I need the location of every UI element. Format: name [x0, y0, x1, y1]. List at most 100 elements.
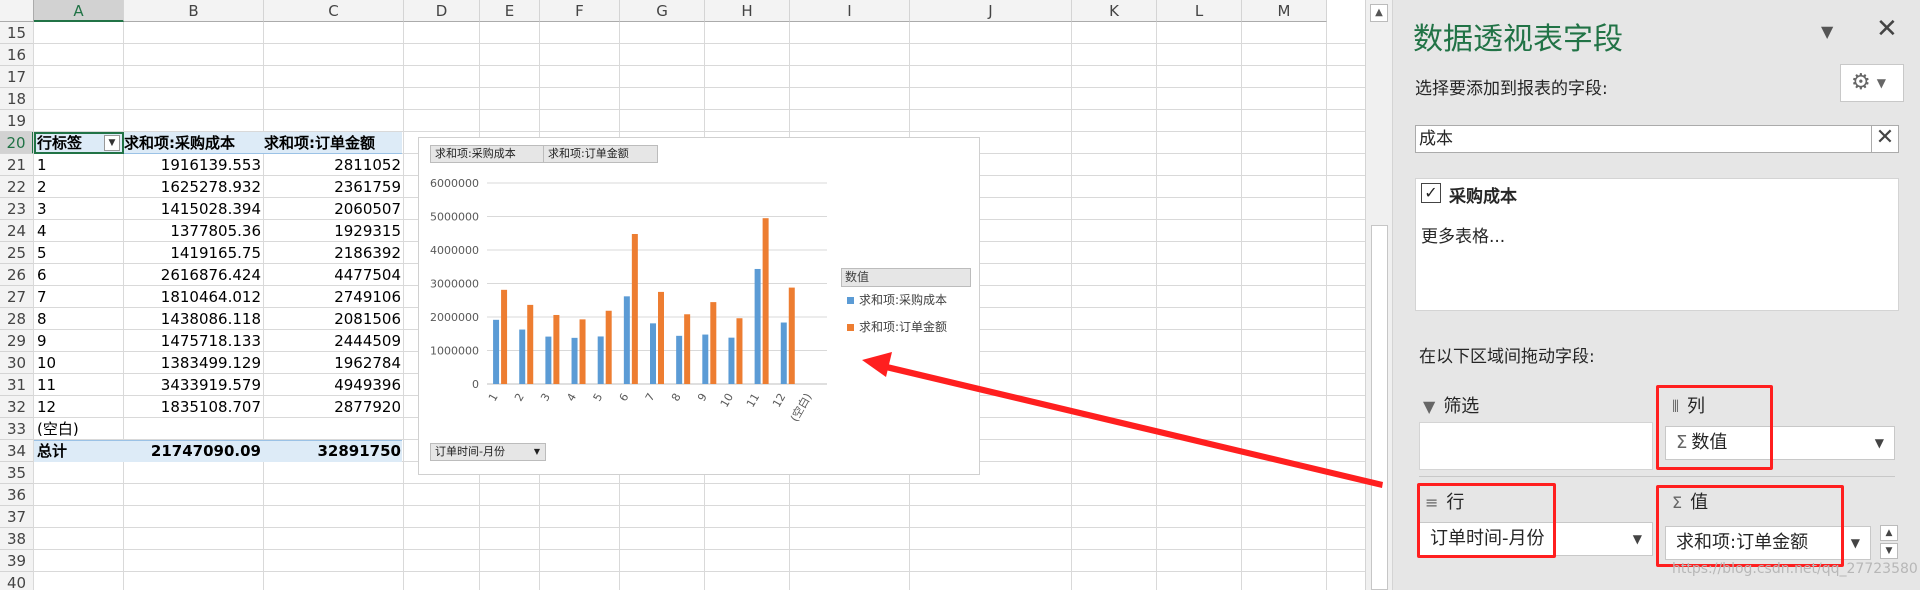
- pivot-cell-cost[interactable]: 1475718.133: [124, 330, 264, 352]
- column-header-h[interactable]: H: [705, 0, 790, 22]
- pivot-row-label[interactable]: 3: [34, 198, 124, 220]
- pivot-row-label[interactable]: 7: [34, 286, 124, 308]
- pivot-row-label[interactable]: 11: [34, 374, 124, 396]
- row-header-25[interactable]: 25: [0, 242, 34, 264]
- pivot-cell-cost[interactable]: 2616876.424: [124, 264, 264, 286]
- row-header-31[interactable]: 31: [0, 374, 34, 396]
- row-header-26[interactable]: 26: [0, 264, 34, 286]
- row-header-20[interactable]: 20: [0, 132, 34, 154]
- pivot-cell-amount[interactable]: 1929315: [264, 220, 404, 242]
- pivot-row-label[interactable]: 9: [34, 330, 124, 352]
- field-layout-settings-button[interactable]: ⚙ ▼: [1840, 64, 1904, 102]
- column-header-g[interactable]: G: [620, 0, 705, 22]
- legend-title-button[interactable]: 数值: [841, 268, 971, 287]
- pivot-total-amount[interactable]: 32891750: [264, 440, 404, 462]
- more-tables-link[interactable]: 更多表格...: [1421, 222, 1505, 247]
- pivot-row-label[interactable]: 8: [34, 308, 124, 330]
- values-scroll-down-icon[interactable]: ▼: [1880, 543, 1898, 559]
- column-header-k[interactable]: K: [1072, 0, 1157, 22]
- row-header-27[interactable]: 27: [0, 286, 34, 308]
- pivot-cell-cost[interactable]: 1383499.129: [124, 352, 264, 374]
- column-header-e[interactable]: E: [480, 0, 540, 22]
- column-header-m[interactable]: M: [1242, 0, 1327, 22]
- row-header-21[interactable]: 21: [0, 154, 34, 176]
- pivot-cell-cost[interactable]: 1438086.118: [124, 308, 264, 330]
- row-header-40[interactable]: 40: [0, 572, 34, 590]
- scrollbar-thumb[interactable]: [1371, 225, 1388, 590]
- row-header-16[interactable]: 16: [0, 44, 34, 66]
- chart-axis-field-button[interactable]: 订单时间-月份 ▼: [430, 443, 546, 461]
- row-header-22[interactable]: 22: [0, 176, 34, 198]
- pivot-cell-amount[interactable]: 2811052: [264, 154, 404, 176]
- field-search-input[interactable]: 成本: [1415, 125, 1895, 153]
- column-header-i[interactable]: I: [790, 0, 910, 22]
- row-header-33[interactable]: 33: [0, 418, 34, 440]
- pivot-cell-amount[interactable]: 4477504: [264, 264, 404, 286]
- pivot-cell-amount[interactable]: [264, 418, 404, 440]
- row-header-17[interactable]: 17: [0, 66, 34, 88]
- pivot-cell-amount[interactable]: 4949396: [264, 374, 404, 396]
- row-header-18[interactable]: 18: [0, 88, 34, 110]
- spreadsheet-grid[interactable]: ABCDEFGHIJKLM 15 16 17 18 19 20 21 22 23 24 25 26 27…: [0, 0, 1365, 590]
- row-header-36[interactable]: 36: [0, 484, 34, 506]
- column-header-b[interactable]: B: [124, 0, 264, 22]
- pane-options-chevron-icon[interactable]: ▼: [1821, 22, 1833, 41]
- pivot-row-label[interactable]: 4: [34, 220, 124, 242]
- column-header-a[interactable]: A: [34, 0, 124, 22]
- clear-search-icon[interactable]: ✕: [1871, 125, 1899, 153]
- column-header-c[interactable]: C: [264, 0, 404, 22]
- pivot-cell-cost[interactable]: 1810464.012: [124, 286, 264, 308]
- pivot-row-label[interactable]: 1: [34, 154, 124, 176]
- row-header-39[interactable]: 39: [0, 550, 34, 572]
- scroll-up-arrow-icon[interactable]: ▲: [1370, 4, 1388, 22]
- pivot-total-cost[interactable]: 21747090.09: [124, 440, 264, 462]
- pivot-cell-amount[interactable]: 2186392: [264, 242, 404, 264]
- pivot-cell-cost[interactable]: 3433919.579: [124, 374, 264, 396]
- pivot-row-label[interactable]: 2: [34, 176, 124, 198]
- column-header-f[interactable]: F: [540, 0, 620, 22]
- pivot-row-label[interactable]: 12: [34, 396, 124, 418]
- column-header-l[interactable]: L: [1157, 0, 1242, 22]
- pivot-row-label[interactable]: (空白): [34, 418, 124, 440]
- chevron-down-icon[interactable]: ▼: [1851, 527, 1860, 559]
- row-header-15[interactable]: 15: [0, 22, 34, 44]
- row-header-30[interactable]: 30: [0, 352, 34, 374]
- pivot-cell-amount[interactable]: 2081506: [264, 308, 404, 330]
- field-name-cost[interactable]: 采购成本: [1449, 182, 1517, 207]
- row-header-28[interactable]: 28: [0, 308, 34, 330]
- pivot-cell-amount[interactable]: 2060507: [264, 198, 404, 220]
- row-header-37[interactable]: 37: [0, 506, 34, 528]
- pivot-row-label[interactable]: 10: [34, 352, 124, 374]
- pivot-cell-cost[interactable]: 1625278.932: [124, 176, 264, 198]
- column-header-j[interactable]: J: [910, 0, 1072, 22]
- chevron-down-icon[interactable]: ▼: [1633, 523, 1642, 555]
- pivot-chart[interactable]: 求和项:采购成本 求和项:订单金额 0 1000000 2000000 3000000…: [418, 137, 980, 475]
- select-all-corner[interactable]: [0, 0, 34, 22]
- close-icon[interactable]: ✕: [1876, 14, 1898, 44]
- vertical-scrollbar[interactable]: ▲: [1365, 0, 1393, 590]
- pivot-cell-cost[interactable]: 1377805.36: [124, 220, 264, 242]
- row-header-38[interactable]: 38: [0, 528, 34, 550]
- field-checkbox-cost[interactable]: ✓: [1421, 183, 1441, 203]
- column-header-d[interactable]: D: [404, 0, 480, 22]
- values-scroll-up-icon[interactable]: ▲: [1880, 525, 1898, 541]
- pivot-cell-cost[interactable]: 1835108.707: [124, 396, 264, 418]
- row-header-32[interactable]: 32: [0, 396, 34, 418]
- filter-drop-area[interactable]: [1419, 422, 1653, 470]
- pivot-cell-amount[interactable]: 2877920: [264, 396, 404, 418]
- pivot-header-sum-amount[interactable]: 求和项:订单金额: [264, 132, 404, 154]
- pivot-row-label[interactable]: 5: [34, 242, 124, 264]
- row-header-29[interactable]: 29: [0, 330, 34, 352]
- row-header-24[interactable]: 24: [0, 220, 34, 242]
- pivot-cell-amount[interactable]: 1962784: [264, 352, 404, 374]
- row-header-35[interactable]: 35: [0, 462, 34, 484]
- pivot-cell-cost[interactable]: 1415028.394: [124, 198, 264, 220]
- chevron-down-icon[interactable]: ▼: [1875, 427, 1884, 459]
- pivot-cell-cost[interactable]: 1916139.553: [124, 154, 264, 176]
- pivot-cell-amount[interactable]: 2749106: [264, 286, 404, 308]
- pivot-cell-cost[interactable]: 1419165.75: [124, 242, 264, 264]
- pivot-row-label[interactable]: 6: [34, 264, 124, 286]
- pivot-cell-amount[interactable]: 2444509: [264, 330, 404, 352]
- row-header-34[interactable]: 34: [0, 440, 34, 462]
- row-header-23[interactable]: 23: [0, 198, 34, 220]
